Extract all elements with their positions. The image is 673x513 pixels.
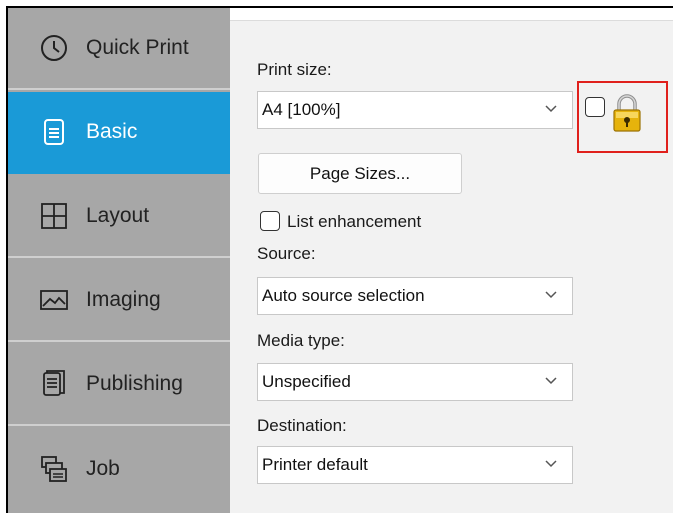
sidebar-item-quick-print[interactable]: Quick Print xyxy=(8,8,230,90)
print-size-lock-checkbox[interactable] xyxy=(585,97,605,117)
sidebar-item-job[interactable]: Job xyxy=(8,428,230,510)
sidebar-item-basic[interactable]: Basic xyxy=(8,92,230,174)
source-value: Auto source selection xyxy=(262,286,425,305)
sidebar-item-imaging[interactable]: Imaging xyxy=(8,260,230,342)
image-icon xyxy=(38,284,70,316)
clock-icon xyxy=(38,32,70,64)
list-enhancement-checkbox[interactable] xyxy=(260,211,280,231)
sidebar-item-label: Basic xyxy=(86,120,138,143)
media-type-label: Media type: xyxy=(257,331,345,350)
sidebar-item-layout[interactable]: Layout xyxy=(8,176,230,258)
sidebar-item-label: Publishing xyxy=(86,372,183,395)
padlock-icon xyxy=(613,94,641,132)
document-icon xyxy=(38,116,70,148)
media-type-value: Unspecified xyxy=(262,372,351,391)
chevron-down-icon xyxy=(545,291,557,299)
chevron-down-icon xyxy=(545,460,557,468)
chevron-down-icon xyxy=(545,377,557,385)
print-size-value: A4 [100%] xyxy=(262,100,341,119)
print-size-label: Print size: xyxy=(257,60,332,79)
media-type-dropdown[interactable]: Unspecified xyxy=(257,363,573,401)
list-enhancement-label: List enhancement xyxy=(287,212,422,231)
destination-dropdown[interactable]: Printer default xyxy=(257,446,573,484)
layout-grid-icon xyxy=(38,200,70,232)
sidebar-item-label: Quick Print xyxy=(86,36,189,59)
job-stack-icon xyxy=(38,453,70,485)
page-sizes-button[interactable]: Page Sizes... xyxy=(258,153,462,194)
destination-label: Destination: xyxy=(257,416,347,435)
sidebar-item-publishing[interactable]: Publishing xyxy=(8,344,230,426)
sidebar-item-label: Imaging xyxy=(86,288,161,311)
print-size-dropdown[interactable]: A4 [100%] xyxy=(257,91,573,129)
destination-value: Printer default xyxy=(262,455,368,474)
sidebar-item-label: Job xyxy=(86,457,120,480)
source-label: Source: xyxy=(257,244,316,263)
sidebar: Quick Print Basic Layout Imaging Publish… xyxy=(8,8,230,513)
publishing-icon xyxy=(38,368,70,400)
source-dropdown[interactable]: Auto source selection xyxy=(257,277,573,315)
chevron-down-icon xyxy=(545,105,557,113)
sidebar-item-label: Layout xyxy=(86,204,150,227)
